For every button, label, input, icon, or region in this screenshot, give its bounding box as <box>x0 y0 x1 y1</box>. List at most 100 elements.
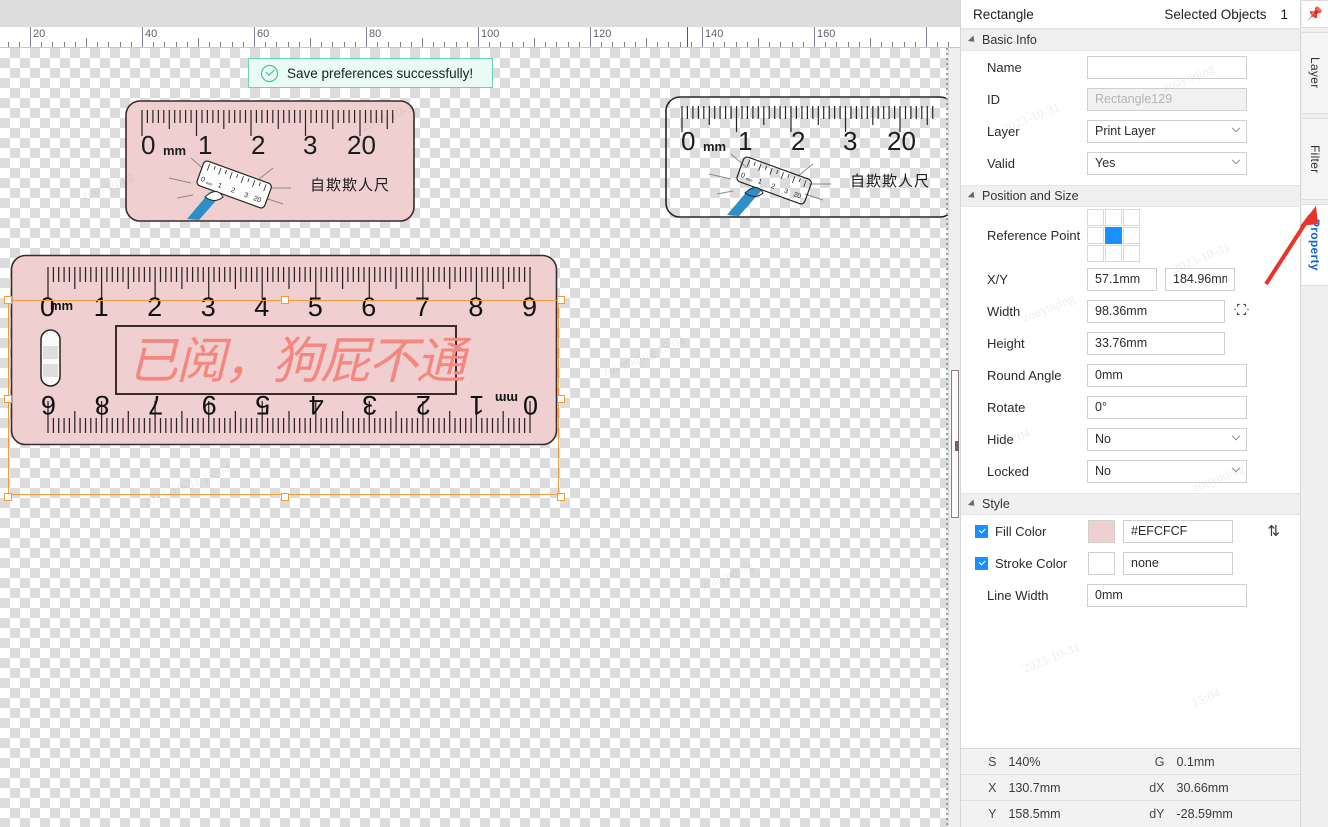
fill-color-input[interactable] <box>1123 519 1233 543</box>
reference-point-grid[interactable] <box>1087 208 1140 262</box>
name-input[interactable] <box>1087 55 1247 79</box>
refpoint-middle-left[interactable] <box>1087 226 1104 244</box>
label-locked: Locked <box>987 463 1029 479</box>
status-row: Y 158.5mm dY -28.59mm <box>961 801 1300 827</box>
ruler-number-top: 9 <box>522 292 537 322</box>
property-panel: Rectangle Selected Objects 1 Basic Info … <box>960 0 1300 827</box>
stroke-color-input[interactable] <box>1123 551 1233 575</box>
ruler-tick <box>242 42 244 47</box>
refpoint-top-left[interactable] <box>1087 208 1104 226</box>
ruler-tick <box>802 42 804 47</box>
resize-handle-e[interactable] <box>557 395 565 403</box>
ruler-tick <box>153 42 155 47</box>
section-header-position-size[interactable]: Position and Size <box>961 185 1300 207</box>
field-stroke-color: Stroke Color <box>961 547 1300 579</box>
svg-text:20: 20 <box>792 191 802 200</box>
canvas-workspace[interactable]: 0 mm 1 2 3 20 0 mm 1 2 3 20 自欺欺人尺 0 mm 1… <box>0 48 960 827</box>
ruler-tick <box>881 42 883 47</box>
status-value-y: 158.5mm <box>1008 807 1061 821</box>
ruler-tick <box>556 42 558 47</box>
refpoint-middle-right[interactable] <box>1123 226 1140 244</box>
canvas-object-ruler-selected[interactable]: 0123456789 mm 6879543210 mm 已阅，狗屁不通 <box>10 254 558 446</box>
fill-color-checkbox[interactable] <box>975 524 988 538</box>
line-width-input[interactable] <box>1087 583 1247 607</box>
ruler-tick <box>119 42 121 47</box>
canvas-object-ruler-filled[interactable]: 0 mm 1 2 3 20 0 mm 1 2 3 20 自欺欺人尺 <box>125 100 415 222</box>
check-circle-icon <box>261 64 278 82</box>
ruler-tick <box>601 42 603 47</box>
y-input[interactable] <box>1165 267 1235 291</box>
ruler-tick <box>164 42 166 47</box>
status-key-g: G <box>1154 754 1165 769</box>
pin-icon: 📌 <box>1306 6 1324 21</box>
resize-handle-s[interactable] <box>281 493 289 501</box>
fill-color-swatch[interactable] <box>1088 519 1115 543</box>
status-row: S 140% G 0.1mm <box>961 749 1300 775</box>
height-input[interactable] <box>1087 331 1225 355</box>
section-header-basic-info[interactable]: Basic Info <box>961 29 1300 51</box>
ruler-tick <box>74 42 76 47</box>
id-value: Rectangle129 <box>1087 87 1247 111</box>
round-angle-input[interactable] <box>1087 363 1247 387</box>
section-header-style[interactable]: Style <box>961 493 1300 515</box>
ruler-tick <box>332 42 334 47</box>
tab-layer[interactable]: Layer <box>1302 32 1328 114</box>
refpoint-center[interactable] <box>1105 226 1122 244</box>
ruler-tick <box>858 42 860 47</box>
stroke-color-swatch[interactable] <box>1088 551 1115 575</box>
canvas-object-ruler-outline[interactable]: 0 mm 1 2 3 20 0 mm 1 2 3 20 自欺欺人尺 <box>665 96 955 218</box>
field-name: Name <box>961 51 1300 83</box>
x-input[interactable] <box>1087 267 1157 291</box>
ruler-tick <box>903 42 905 47</box>
tab-property[interactable]: Property <box>1302 204 1328 286</box>
svg-text:mm: mm <box>703 139 726 154</box>
stroke-color-checkbox[interactable] <box>975 556 988 570</box>
section-title-basic-info: Basic Info <box>982 33 1037 47</box>
locked-select[interactable]: No <box>1087 459 1247 483</box>
toast-message: Save preferences successfully! <box>287 65 474 81</box>
ruler-label: 120 <box>593 28 612 40</box>
field-layer: Layer Print Layer <box>961 115 1300 147</box>
status-value-s: 140% <box>1008 754 1041 769</box>
tab-filter[interactable]: Filter <box>1302 118 1328 200</box>
resize-handle-se[interactable] <box>557 493 565 501</box>
label-reference-point: Reference Point <box>987 227 1081 243</box>
valid-select[interactable]: Yes <box>1087 151 1247 175</box>
status-key-dx: dX <box>1149 780 1165 795</box>
label-name: Name <box>987 59 1022 75</box>
canvas-scroll-thumb[interactable] <box>951 370 959 518</box>
ruler-tick <box>52 42 54 47</box>
pin-panel-button[interactable]: 📌 <box>1302 0 1328 28</box>
hide-select[interactable]: No <box>1087 427 1247 451</box>
ruler-tick <box>209 42 211 47</box>
ruler-tick <box>354 42 356 47</box>
resize-handle-sw[interactable] <box>4 493 12 501</box>
selected-objects-count: 1 <box>1280 6 1288 22</box>
ruler-tick <box>612 42 614 47</box>
horizontal-ruler[interactable]: 20 40 60 80 100 120 140 160 <box>0 27 960 48</box>
ruler-tick <box>108 42 110 47</box>
refpoint-top-right[interactable] <box>1123 208 1140 226</box>
svg-text:mm: mm <box>495 391 518 406</box>
refpoint-bottom-center[interactable] <box>1105 244 1122 262</box>
toast-notification: Save preferences successfully! <box>248 58 493 88</box>
canvas-area[interactable]: 20 40 60 80 100 120 140 160 0 mm 1 2 3 20 <box>0 0 960 827</box>
refpoint-bottom-right[interactable] <box>1123 244 1140 262</box>
ruler-tick <box>466 42 468 47</box>
ruler-tick <box>7 42 9 47</box>
tab-property-label: Property <box>1308 219 1322 271</box>
swap-vertical-icon[interactable]: ⇅ <box>1267 524 1280 539</box>
ruler-tick <box>926 27 927 47</box>
aspect-ratio-link-icon[interactable] <box>1233 301 1250 321</box>
ruler-label: 60 <box>257 28 270 40</box>
refpoint-top-center[interactable] <box>1105 208 1122 226</box>
width-input[interactable] <box>1087 299 1225 323</box>
refpoint-bottom-left[interactable] <box>1087 244 1104 262</box>
resize-handle-ne[interactable] <box>557 296 565 304</box>
status-value-g: 0.1mm <box>1176 754 1215 769</box>
ruler-number-top: 4 <box>254 292 269 322</box>
layer-select[interactable]: Print Layer <box>1087 119 1247 143</box>
canvas-vertical-scrollbar[interactable] <box>948 48 960 827</box>
label-fill-color: Fill Color <box>995 523 1047 539</box>
rotate-input[interactable] <box>1087 395 1247 419</box>
